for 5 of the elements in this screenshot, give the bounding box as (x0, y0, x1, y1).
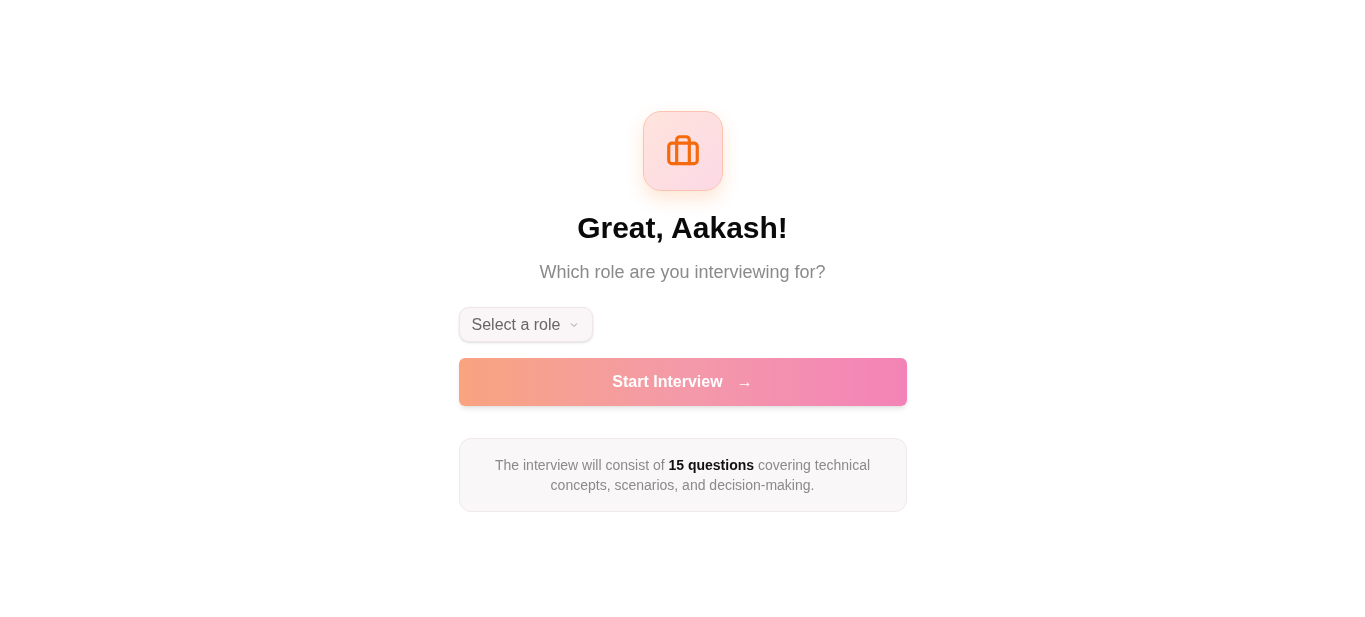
greeting-heading: Great, Aakash! (577, 210, 788, 246)
info-text: The interview will consist of 15 questions covering technical concepts, scenarios, and decision-making. (493, 456, 872, 495)
subtitle: Which role are you interviewing for? (539, 261, 826, 284)
arrow-right-icon: → (736, 370, 753, 394)
role-select[interactable]: Select a role (458, 307, 594, 342)
